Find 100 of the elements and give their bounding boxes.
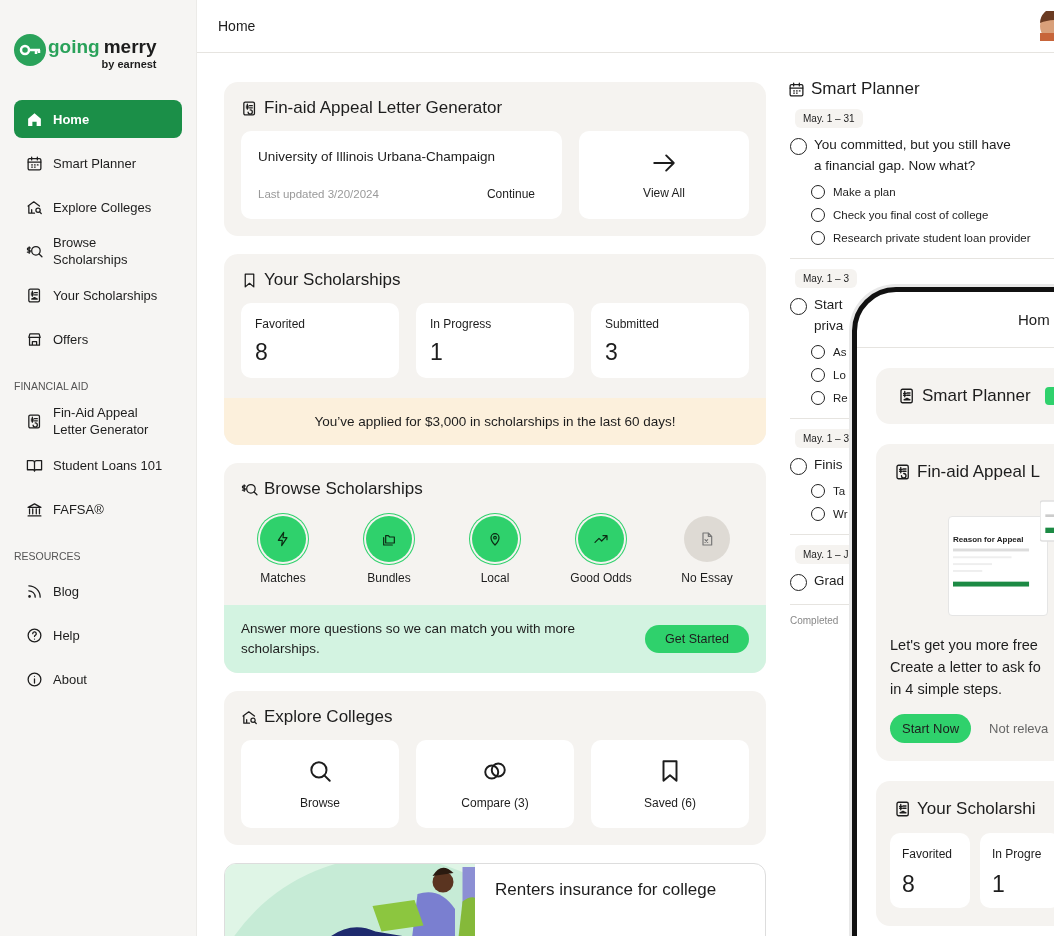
article-card[interactable]: Renters insurance for college bbox=[224, 863, 766, 936]
storefront-icon bbox=[26, 330, 43, 348]
stat-value: 8 bbox=[902, 871, 916, 898]
calendar-icon bbox=[26, 154, 43, 172]
task-title: You committed, but you still have a financial gap. Now what? bbox=[814, 136, 1011, 175]
status-badge bbox=[1044, 387, 1054, 405]
certificate-icon bbox=[894, 800, 912, 818]
card-title: Explore Colleges bbox=[264, 707, 393, 727]
date-chip: May. 1 – 3 bbox=[795, 269, 857, 288]
school-name: University of Illinois Urbana-Champaign bbox=[258, 149, 497, 164]
nav-item[interactable]: Home bbox=[14, 100, 182, 138]
planner-title: Smart Planner bbox=[811, 79, 920, 99]
explore-tile[interactable]: Compare (3) bbox=[416, 740, 574, 828]
key-logo-icon bbox=[14, 34, 46, 66]
phone-title: Hom bbox=[1018, 311, 1050, 328]
stat-label: Submitted bbox=[605, 317, 661, 331]
stat-value: 1 bbox=[992, 871, 1006, 898]
nav-item[interactable]: Smart Planner bbox=[14, 144, 182, 182]
subtask-label: Lo bbox=[833, 369, 846, 381]
view-all-button[interactable]: View All bbox=[579, 131, 749, 219]
subtask-label: Make a plan bbox=[833, 186, 896, 198]
nav-item[interactable]: Browse Scholarships bbox=[14, 232, 182, 270]
nav-item[interactable]: Blog bbox=[14, 572, 182, 610]
subtask-label: Wr bbox=[833, 508, 848, 520]
completed-label: Completed bbox=[790, 615, 840, 626]
stat-label: Favorited bbox=[902, 847, 954, 861]
not-relevant-link[interactable]: Not releva bbox=[989, 721, 1049, 736]
preview-heading: Reason for Appeal bbox=[953, 535, 1025, 544]
stat-label: In Progre bbox=[992, 847, 1043, 861]
section-heading: RESOURCES bbox=[14, 550, 82, 562]
subtask-label: As bbox=[833, 346, 847, 358]
nav-item[interactable]: FAFSA® bbox=[14, 490, 182, 528]
subtask-label: Ta bbox=[833, 485, 846, 497]
stat-label: In Progress bbox=[430, 317, 493, 331]
nav-item[interactable]: Help bbox=[14, 616, 182, 654]
info-icon bbox=[26, 670, 43, 688]
nav-item[interactable]: Fin-Aid Appeal Letter Generator bbox=[14, 402, 182, 440]
stat-card[interactable]: In Progress 1 bbox=[416, 303, 574, 378]
subtask-label: Check you final cost of college bbox=[833, 209, 989, 221]
get-started-button[interactable]: Get Started bbox=[645, 625, 749, 653]
card-title: Fin-aid Appeal Letter Generator bbox=[264, 98, 503, 118]
file-x-icon bbox=[699, 531, 715, 547]
section-heading: FINANCIAL AID bbox=[14, 380, 90, 392]
letter-icon bbox=[894, 463, 912, 481]
notice-text: You’ve applied for $3,000 in scholarships in the last 60 days! bbox=[314, 414, 676, 429]
location-pin-icon bbox=[487, 531, 503, 547]
task-title: Grad bbox=[814, 572, 844, 590]
last-updated: Last updated 3/20/2024 bbox=[258, 188, 379, 200]
article-title: Renters insurance for college bbox=[495, 880, 717, 899]
stat-value: 8 bbox=[255, 339, 269, 366]
filter-button[interactable]: Matches bbox=[241, 516, 325, 585]
bank-icon bbox=[26, 500, 43, 518]
promo-text: Let's get you more free Create a letter to ask fo in 4 simple steps. bbox=[890, 636, 1042, 699]
card-title: Browse Scholarships bbox=[264, 479, 423, 499]
letter-icon bbox=[26, 412, 43, 430]
search-icon bbox=[307, 758, 333, 784]
home-icon bbox=[26, 110, 43, 128]
continue-link[interactable]: Continue bbox=[486, 187, 535, 201]
filter-button[interactable]: Bundles bbox=[347, 516, 431, 585]
explore-tile[interactable]: Saved (6) bbox=[591, 740, 749, 828]
calendar-icon bbox=[788, 80, 805, 98]
card-title: Fin-aid Appeal L bbox=[917, 462, 1040, 482]
help-icon bbox=[26, 626, 43, 644]
nav-item[interactable]: About bbox=[14, 660, 182, 698]
nav-item[interactable]: Offers bbox=[14, 320, 182, 358]
page-title: Home bbox=[218, 18, 256, 34]
nav-item[interactable]: Your Scholarships bbox=[14, 276, 182, 314]
stat-card[interactable]: Submitted 3 bbox=[591, 303, 749, 378]
logo-wordmark: going bbox=[48, 35, 100, 59]
stat-label: Favorited bbox=[255, 317, 307, 331]
date-chip: May. 1 – 31 bbox=[795, 109, 863, 128]
card-title: Your Scholarships bbox=[264, 270, 401, 290]
building-search-icon bbox=[241, 708, 258, 726]
stat-card[interactable]: In Progre 1 bbox=[980, 833, 1054, 908]
nav-item[interactable]: Explore Colleges bbox=[14, 188, 182, 226]
stat-value: 3 bbox=[605, 339, 619, 366]
card-title: Smart Planner bbox=[922, 386, 1031, 406]
filter-button[interactable]: Good Odds bbox=[559, 516, 643, 585]
stat-value: 1 bbox=[430, 339, 444, 366]
task-title: Finis bbox=[814, 456, 843, 474]
card-title: Your Scholarshi bbox=[917, 799, 1036, 819]
building-search-icon bbox=[26, 198, 43, 216]
subtask-label: Re bbox=[833, 392, 848, 404]
letter-tile[interactable]: University of Illinois Urbana-Champaign Last updated 3/20/2024 Continue bbox=[241, 131, 562, 219]
nav-item[interactable]: Student Loans 101 bbox=[14, 446, 182, 484]
task-title: Start priva bbox=[814, 296, 844, 335]
letter-icon bbox=[241, 99, 258, 117]
certificate-icon bbox=[26, 286, 43, 304]
logo-tagline: by earnest bbox=[101, 58, 157, 70]
certificate-icon bbox=[898, 387, 916, 405]
rss-icon bbox=[26, 582, 43, 600]
start-now-button[interactable]: Start Now bbox=[890, 714, 972, 743]
stat-card[interactable]: Favorited 8 bbox=[890, 833, 970, 908]
explore-tile[interactable]: Browse bbox=[241, 740, 399, 828]
prompt-text: Answer more questions so we can match you with more scholarships. bbox=[241, 620, 576, 658]
filter-button[interactable]: Local bbox=[453, 516, 537, 585]
logo-wordmark-end: merry bbox=[103, 35, 157, 59]
lightning-icon bbox=[275, 531, 291, 547]
subtask-label: Research private student loan provider bbox=[833, 232, 1031, 244]
stat-card[interactable]: Favorited 8 bbox=[241, 303, 399, 378]
